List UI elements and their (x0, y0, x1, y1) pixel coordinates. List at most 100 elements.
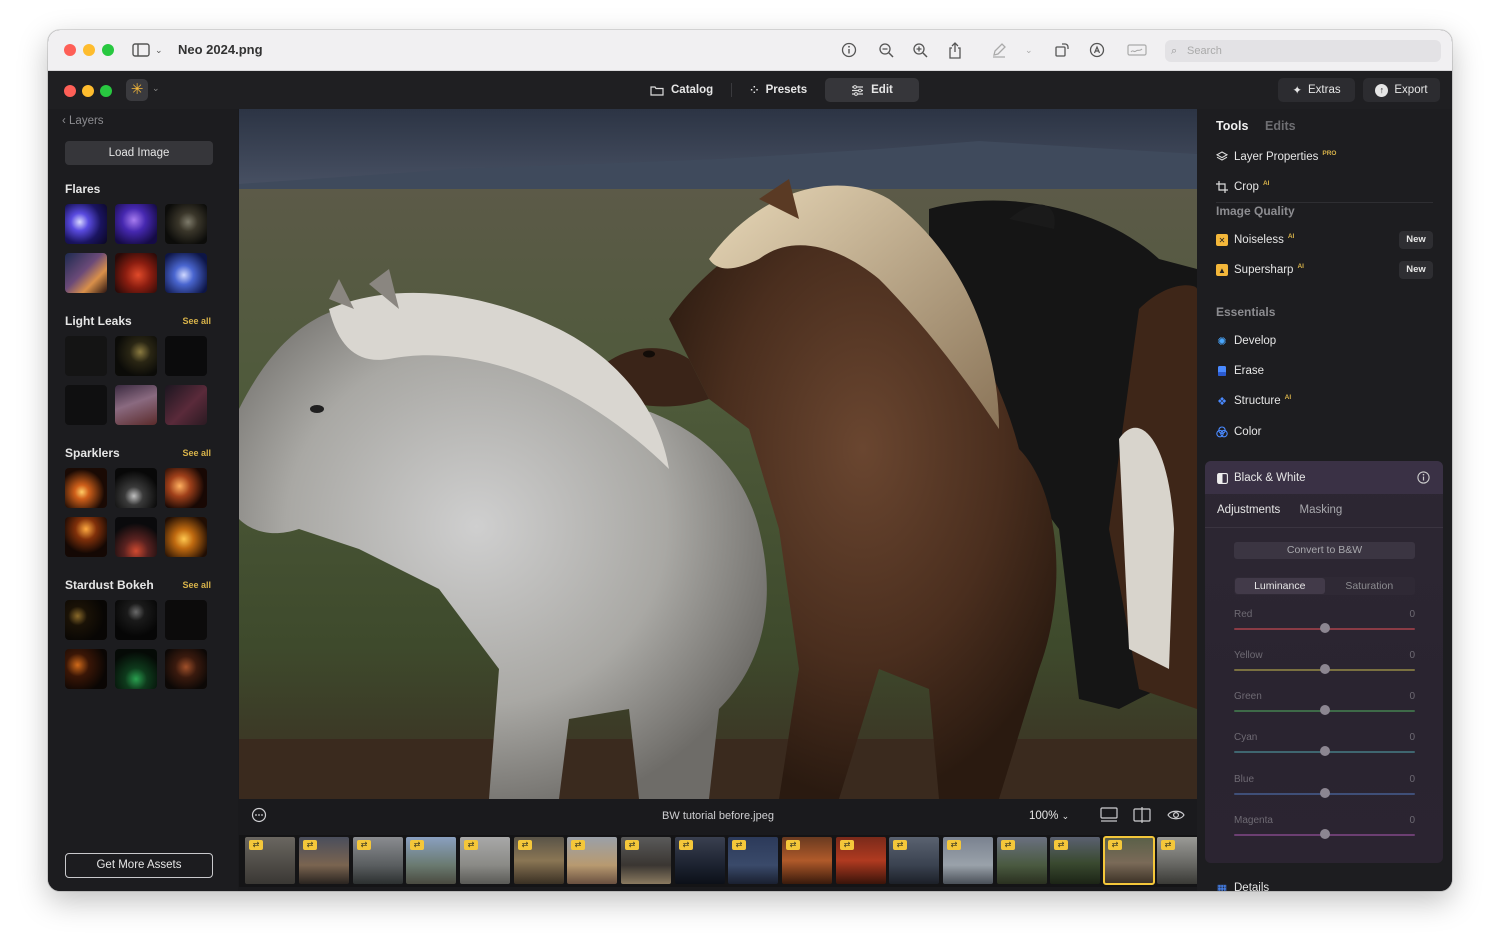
load-image-button[interactable]: Load Image (65, 141, 213, 165)
slider-blue[interactable]: Blue 0 (1234, 774, 1415, 804)
asset-thumbnail[interactable] (115, 649, 157, 689)
asset-thumbnail[interactable] (165, 385, 207, 425)
share-icon[interactable] (947, 40, 963, 60)
filmstrip-thumbnail[interactable]: ⇄ (943, 837, 993, 884)
get-more-assets-button[interactable]: Get More Assets (65, 853, 213, 878)
tab-tools[interactable]: Tools (1216, 119, 1248, 133)
filmstrip-thumbnail[interactable]: ⇄ (406, 837, 456, 884)
tool-crop[interactable]: Crop AI (1216, 178, 1269, 196)
filmstrip-toggle-icon[interactable] (1100, 807, 1118, 826)
minimize-app-button[interactable] (82, 85, 94, 97)
asset-thumbnail[interactable] (65, 253, 107, 293)
filmstrip-thumbnail[interactable]: ⇄ (675, 837, 725, 884)
asset-thumbnail[interactable] (65, 517, 107, 557)
tool-erase[interactable]: Erase (1216, 362, 1264, 380)
asset-thumbnail[interactable] (115, 204, 157, 244)
see-all-link[interactable]: See all (182, 448, 211, 458)
zoom-level-dropdown[interactable]: 100% ⌄ (1029, 810, 1069, 822)
filmstrip-thumbnail[interactable]: ⇄ (1050, 837, 1100, 884)
slider-magenta[interactable]: Magenta 0 (1234, 815, 1415, 845)
asset-thumbnail[interactable] (115, 385, 157, 425)
search-input[interactable]: ⌕ Search (1165, 40, 1441, 62)
slider-knob[interactable] (1320, 829, 1330, 839)
asset-thumbnail[interactable] (165, 468, 207, 508)
image-canvas[interactable] (239, 109, 1197, 799)
zoom-out-icon[interactable] (878, 40, 894, 60)
asset-thumbnail[interactable] (165, 253, 207, 293)
see-all-link[interactable]: See all (182, 316, 211, 326)
filmstrip-thumbnail-selected[interactable]: ⇄ (1103, 836, 1155, 885)
asset-thumbnail[interactable] (165, 600, 207, 640)
tab-edit[interactable]: Edit (825, 78, 919, 102)
asset-thumbnail[interactable] (115, 600, 157, 640)
see-all-link[interactable]: See all (182, 580, 211, 590)
slider-knob[interactable] (1320, 664, 1330, 674)
tab-adjustments[interactable]: Adjustments (1217, 504, 1280, 516)
asset-thumbnail[interactable] (115, 517, 157, 557)
slider-red[interactable]: Red 0 (1234, 609, 1415, 639)
fullscreen-app-button[interactable] (100, 85, 112, 97)
asset-thumbnail[interactable] (165, 336, 207, 376)
asset-thumbnail[interactable] (65, 385, 107, 425)
markup-pen-icon[interactable] (991, 40, 1007, 60)
filmstrip-thumbnail[interactable]: ⇄ (567, 837, 617, 884)
tool-layer-properties[interactable]: Layer Properties PRO (1216, 148, 1336, 166)
asset-thumbnail[interactable] (65, 336, 107, 376)
back-to-layers-link[interactable]: ‹ Layers (62, 115, 104, 127)
asset-thumbnail[interactable] (65, 204, 107, 244)
filmstrip-thumbnail[interactable]: ⇄ (460, 837, 510, 884)
filmstrip-thumbnail[interactable]: ⇄ (728, 837, 778, 884)
filmstrip-thumbnail[interactable]: ⇄ (1157, 837, 1197, 884)
tab-catalog[interactable]: Catalog (636, 78, 727, 102)
slider-knob[interactable] (1320, 623, 1330, 633)
rotate-icon[interactable] (1054, 40, 1070, 60)
annotate-icon[interactable] (1089, 40, 1105, 60)
chevron-down-icon[interactable]: ⌄ (1025, 40, 1033, 60)
asset-thumbnail[interactable] (115, 336, 157, 376)
sidebar-toggle-icon[interactable] (132, 40, 150, 60)
asset-thumbnail[interactable] (65, 468, 107, 508)
export-button[interactable]: ↑ Export (1363, 78, 1440, 102)
black-white-header[interactable]: Black & White (1205, 461, 1443, 494)
info-icon[interactable] (1417, 471, 1430, 489)
tool-color[interactable]: Color (1216, 423, 1261, 441)
slider-cyan[interactable]: Cyan 0 (1234, 732, 1415, 762)
convert-to-bw-button[interactable]: Convert to B&W (1234, 542, 1415, 559)
filmstrip-thumbnail[interactable]: ⇄ (889, 837, 939, 884)
tab-masking[interactable]: Masking (1299, 504, 1342, 516)
filmstrip-thumbnail[interactable]: ⇄ (299, 837, 349, 884)
tool-develop[interactable]: ✺ Develop (1216, 332, 1276, 350)
filmstrip-thumbnail[interactable]: ⇄ (782, 837, 832, 884)
extras-button[interactable]: ✦ Extras (1278, 78, 1355, 102)
zoom-window-button[interactable] (102, 44, 114, 56)
segment-saturation[interactable]: Saturation (1325, 578, 1415, 594)
compare-split-icon[interactable] (1133, 807, 1151, 826)
filmstrip-thumbnail[interactable]: ⇄ (836, 837, 886, 884)
asset-thumbnail[interactable] (115, 468, 157, 508)
slider-green[interactable]: Green 0 (1234, 691, 1415, 721)
asset-thumbnail[interactable] (165, 517, 207, 557)
slider-knob[interactable] (1320, 705, 1330, 715)
minimize-window-button[interactable] (83, 44, 95, 56)
tool-noiseless[interactable]: ✕ Noiseless AI (1216, 231, 1294, 249)
tool-structure[interactable]: ❖ Structure AI (1216, 392, 1291, 410)
asset-thumbnail[interactable] (65, 600, 107, 640)
filmstrip-thumbnail[interactable]: ⇄ (997, 837, 1047, 884)
tab-presets[interactable]: ⁘ Presets (736, 78, 821, 102)
segment-luminance[interactable]: Luminance (1235, 578, 1325, 594)
slider-knob[interactable] (1320, 746, 1330, 756)
tab-edits[interactable]: Edits (1265, 119, 1296, 133)
asset-thumbnail[interactable] (165, 649, 207, 689)
asset-thumbnail[interactable] (165, 204, 207, 244)
close-window-button[interactable] (64, 44, 76, 56)
app-menu-sun-icon[interactable]: ✳ (126, 79, 148, 101)
preview-eye-icon[interactable] (1167, 807, 1185, 826)
tool-supersharp[interactable]: ▲ Supersharp AI (1216, 261, 1304, 279)
asset-thumbnail[interactable] (65, 649, 107, 689)
slider-yellow[interactable]: Yellow 0 (1234, 650, 1415, 680)
tool-details[interactable]: ▦ Details (1216, 882, 1269, 891)
info-icon[interactable] (841, 40, 857, 60)
signature-icon[interactable] (1127, 40, 1147, 60)
filmstrip-thumbnail[interactable]: ⇄ (353, 837, 403, 884)
chevron-down-icon[interactable]: ⌄ (155, 40, 163, 60)
